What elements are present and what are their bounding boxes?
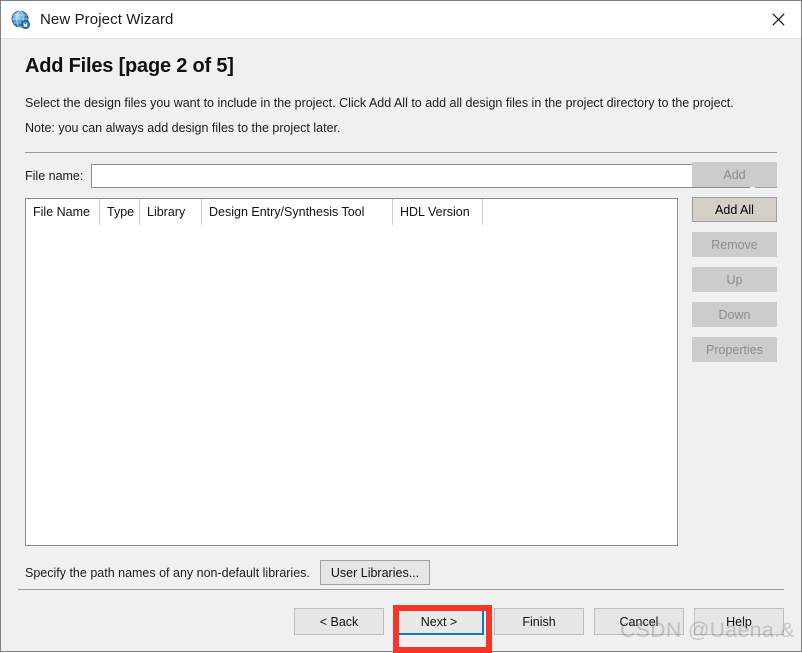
file-list-table[interactable]: File Name Type Library Design Entry/Synt…	[25, 198, 678, 546]
file-list-header-row: File Name Type Library Design Entry/Synt…	[26, 199, 677, 225]
close-icon[interactable]	[755, 1, 801, 38]
page-title: Add Files [page 2 of 5]	[25, 55, 234, 77]
up-button[interactable]: Up	[692, 267, 777, 292]
footer-separator	[18, 589, 784, 590]
new-project-wizard-dialog: New Project Wizard Add Files [page 2 of …	[0, 0, 802, 653]
back-button[interactable]: < Back	[294, 608, 384, 635]
add-button[interactable]: Add	[692, 162, 777, 187]
title-bar: New Project Wizard	[1, 1, 801, 39]
user-libraries-description: Specify the path names of any non-defaul…	[25, 565, 310, 580]
column-header-file-name[interactable]: File Name	[26, 199, 100, 225]
dialog-content: Add Files [page 2 of 5] Select the desig…	[1, 39, 801, 589]
down-button[interactable]: Down	[692, 302, 777, 327]
files-area: File Name Type Library Design Entry/Synt…	[25, 162, 777, 546]
column-header-library[interactable]: Library	[140, 199, 202, 225]
top-separator	[25, 152, 777, 153]
column-header-type[interactable]: Type	[100, 199, 140, 225]
file-name-label: File name:	[25, 169, 84, 183]
next-button[interactable]: Next >	[394, 608, 484, 635]
window-title: New Project Wizard	[40, 11, 174, 28]
properties-button[interactable]: Properties	[692, 337, 777, 362]
finish-button[interactable]: Finish	[494, 608, 584, 635]
column-header-hdl-version[interactable]: HDL Version	[393, 199, 483, 225]
add-all-button[interactable]: Add All	[692, 197, 777, 222]
user-libraries-row: Specify the path names of any non-defaul…	[25, 560, 777, 585]
user-libraries-button[interactable]: User Libraries...	[319, 560, 431, 585]
remove-button[interactable]: Remove	[692, 232, 777, 257]
file-action-buttons: Add Add All Remove Up Down Properties	[678, 162, 777, 546]
column-header-design-entry-synthesis-tool[interactable]: Design Entry/Synthesis Tool	[202, 199, 393, 225]
globe-icon	[11, 10, 31, 30]
file-list-body[interactable]	[26, 225, 677, 545]
page-description-line-1: Select the design files you want to incl…	[25, 96, 734, 110]
watermark: CSDN @Uaena.&	[620, 619, 795, 642]
file-name-row: File name:	[25, 164, 777, 188]
page-description-line-2: Note: you can always add design files to…	[25, 121, 341, 135]
file-name-input[interactable]	[91, 164, 750, 188]
